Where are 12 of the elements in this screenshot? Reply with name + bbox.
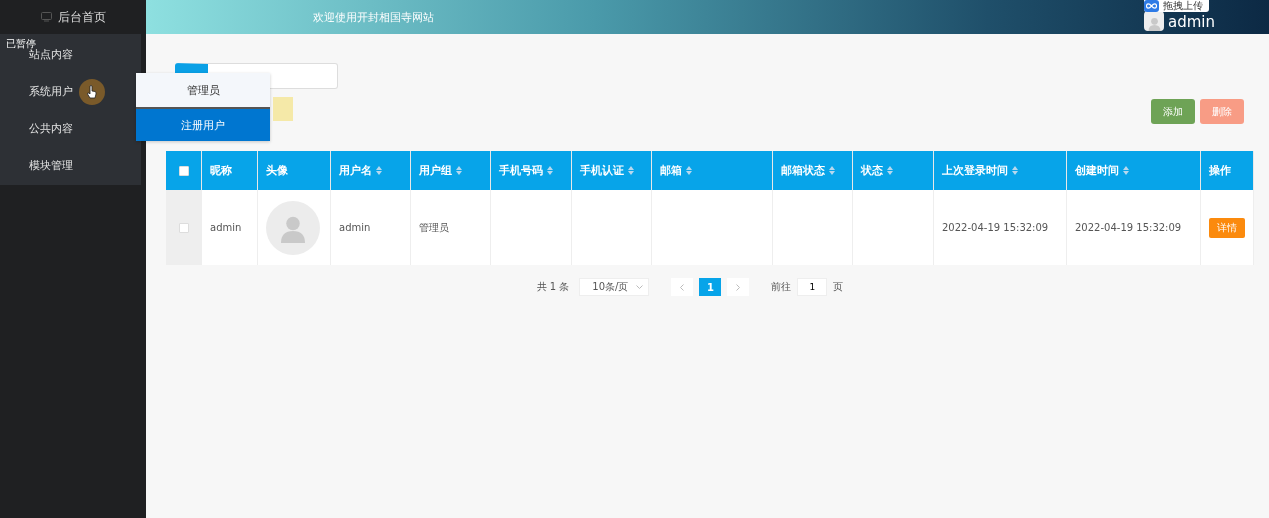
total-count: 共 1 条 (536, 280, 570, 294)
table-cell: admin (202, 190, 258, 265)
column-header: 昵称 (202, 151, 258, 190)
table-cell: 2022-04-19 15:32:09 (934, 190, 1067, 265)
table-cell: admin (331, 190, 411, 265)
column-header: 头像 (258, 151, 331, 190)
site-title: 欢迎使用开封相国寺网站 (313, 9, 435, 25)
page-suffix: 页 (833, 280, 844, 294)
column-header: 操作 (1201, 151, 1254, 190)
table-cell: 2022-04-19 15:32:09 (1067, 190, 1201, 265)
goto-label: 前往 (771, 280, 792, 294)
table-cell: 管理员 (411, 190, 491, 265)
